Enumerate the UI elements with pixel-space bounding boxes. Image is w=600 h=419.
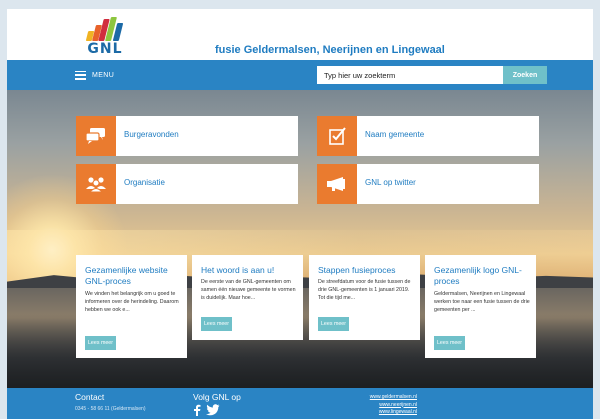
people-group-icon [76, 164, 116, 204]
logo-bars [85, 17, 125, 41]
card-text: We vinden het belangrijk om u goed te in… [85, 291, 179, 313]
read-more-button[interactable]: Lees meer [201, 317, 232, 331]
footer-phone: 0345 - 58 66 11 (Geldermalsen) [75, 406, 146, 412]
site-title: fusie Geldermalsen, Neerijnen en Lingewa… [215, 44, 445, 56]
news-card: Het woord is aan u! De eerste van de GNL… [192, 255, 303, 340]
page: GNL fusie Geldermalsen, Neerijnen en Lin… [7, 9, 593, 419]
tile-gnl-twitter[interactable]: GNL op twitter [317, 164, 539, 204]
news-card: Gezamenlijk logo GNL-proces Geldermalsen… [425, 255, 536, 358]
checklist-icon [317, 116, 357, 156]
card-title[interactable]: Gezamenlijk logo GNL-proces [434, 265, 530, 287]
site-footer: Contact 0345 - 58 66 11 (Geldermalsen) V… [7, 388, 593, 419]
tile-label: GNL op twitter [365, 178, 416, 187]
read-more-button[interactable]: Lees meer [318, 317, 349, 331]
gnl-logo[interactable]: GNL [83, 17, 127, 57]
card-text: Geldermalsen, Neerijnen en Lingewaal wer… [434, 291, 530, 313]
footer-contact-title: Contact [75, 392, 105, 402]
read-more-button[interactable]: Lees meer [434, 336, 465, 350]
chat-bubbles-icon [76, 116, 116, 156]
menu-label: MENU [92, 71, 115, 79]
tile-organisatie[interactable]: Organisatie [76, 164, 298, 204]
footer-links: www.geldermalsen.nl www.neerijnen.nl www… [337, 394, 417, 417]
footer-link[interactable]: www.lingewaal.nl [337, 409, 417, 417]
logo-text: GNL [87, 41, 123, 57]
footer-link[interactable]: www.neerijnen.nl [337, 402, 417, 410]
hamburger-icon [75, 70, 86, 80]
card-text: De streefdatum voor de fusie tussen de d… [318, 279, 411, 301]
search-button[interactable]: Zoeken [503, 66, 547, 84]
site-header: GNL fusie Geldermalsen, Neerijnen en Lin… [7, 9, 593, 60]
tile-naam-gemeente[interactable]: Naam gemeente [317, 116, 539, 156]
card-title[interactable]: Stappen fusieproces [318, 265, 414, 276]
card-title[interactable]: Het woord is aan u! [201, 265, 297, 276]
card-title[interactable]: Gezamenlijke website GNL-proces [85, 265, 181, 287]
read-more-button[interactable]: Lees meer [85, 336, 116, 350]
tile-label: Naam gemeente [365, 130, 425, 139]
footer-link[interactable]: www.geldermalsen.nl [337, 394, 417, 402]
card-text: De eerste van de GNL-gemeenten om samen … [201, 279, 296, 301]
news-card: Stappen fusieproces De streefdatum voor … [309, 255, 420, 340]
tile-burgeravonden[interactable]: Burgeravonden [76, 116, 298, 156]
megaphone-icon [317, 164, 357, 204]
search-input[interactable] [317, 66, 503, 84]
hero-section: Burgeravonden Naam gemeente Organisatie … [7, 90, 593, 388]
news-card: Gezamenlijke website GNL-proces We vinde… [76, 255, 187, 358]
twitter-icon[interactable] [206, 404, 220, 416]
tile-label: Burgeravonden [124, 130, 179, 139]
social-links [193, 404, 220, 416]
facebook-icon[interactable] [193, 404, 201, 416]
footer-follow-title: Volg GNL op [193, 392, 241, 402]
tile-label: Organisatie [124, 178, 165, 187]
navbar: MENU Zoeken [7, 60, 593, 90]
menu-button[interactable]: MENU [75, 67, 114, 83]
